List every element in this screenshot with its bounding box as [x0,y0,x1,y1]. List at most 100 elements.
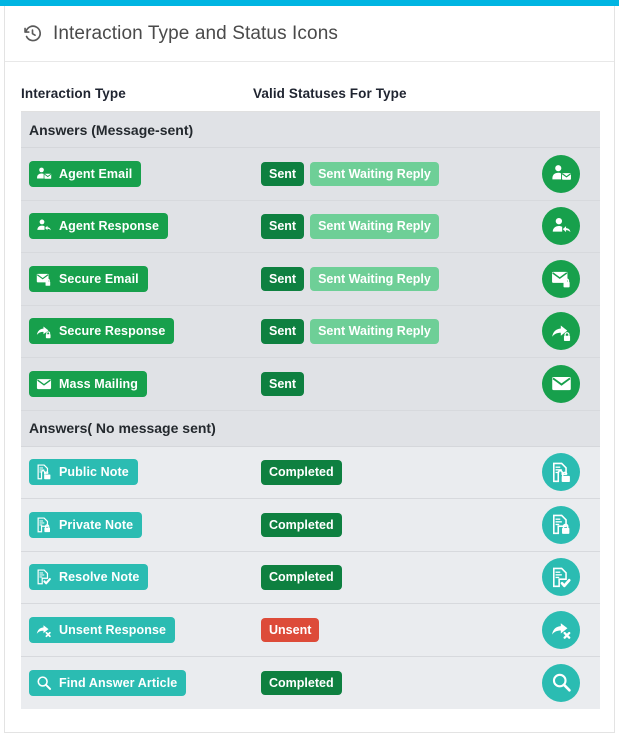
panel-card: Interaction Type and Status Icons Intera… [4,6,615,733]
status-badge[interactable]: Completed [261,512,342,537]
table-row: Secure Email Sent Sent Waiting Reply [21,253,600,306]
status-badge[interactable]: Sent [261,319,305,344]
cell-valid-statuses: Sent [261,371,522,396]
interaction-type-label: Agent Response [59,219,160,233]
group-header: Answers (Message-sent) [21,112,600,148]
interaction-type-label: Resolve Note [59,570,140,584]
interaction-type-badge[interactable]: Agent Email [29,160,142,187]
table-row: Find Answer Article Completed [21,656,600,709]
user-reply-icon [542,207,580,246]
cell-status-icon [522,364,600,403]
interaction-type-label: Secure Email [59,271,139,286]
status-badge[interactable]: Sent [261,161,305,186]
search-icon [542,663,580,702]
status-badge[interactable]: Completed [261,670,342,695]
interaction-type-label: Agent Email [59,166,133,181]
interaction-type-badge[interactable]: Secure Email [29,265,148,292]
status-badge[interactable]: Unsent [261,617,320,642]
status-badge[interactable]: Completed [261,565,342,590]
envelope-lock-icon [36,271,52,287]
cell-interaction-type: Mass Mailing [29,370,261,397]
interaction-type-badge[interactable]: Secure Response [29,318,175,345]
cell-interaction-type: Agent Response [29,213,261,240]
envelope-lock-icon [542,259,580,298]
reply-lock-icon [542,312,580,351]
cell-valid-statuses: Completed [261,670,522,695]
group-header: Answers( No message sent) [21,410,600,447]
status-badge[interactable]: Sent Waiting Reply [310,266,439,291]
document-unlock-icon [542,453,580,492]
cell-status-icon [522,505,600,544]
search-icon [36,675,52,691]
user-reply-icon [36,218,52,234]
page-title: Interaction Type and Status Icons [53,23,338,44]
cell-interaction-type: Public Note [29,459,261,486]
cell-interaction-type: Secure Response [29,318,261,345]
table-row: Resolve Note Completed [21,551,600,604]
column-header-valid-statuses: Valid Statuses For Type [253,86,407,101]
table-row: Unsent Response Unsent [21,604,600,657]
interaction-type-badge[interactable]: Resolve Note [29,564,149,591]
cell-status-icon [522,207,600,246]
history-rewind-icon [21,23,43,45]
interaction-table: Interaction Type Valid Statuses For Type… [5,62,614,709]
panel-header: Interaction Type and Status Icons [5,6,614,62]
interaction-type-badge[interactable]: Unsent Response [29,616,176,643]
status-badge[interactable]: Sent [261,266,305,291]
table-row: Agent Email Sent Sent Waiting Reply [21,148,600,201]
interaction-type-label: Public Note [59,465,129,479]
interaction-type-badge[interactable]: Mass Mailing [29,370,147,397]
envelope-icon [542,364,580,403]
reply-x-icon [36,622,52,638]
document-unlock-icon [36,464,52,480]
column-header-interaction-type: Interaction Type [21,86,126,101]
document-check-icon [542,558,580,597]
document-lock-icon [542,505,580,544]
status-badge[interactable]: Sent Waiting Reply [310,319,439,344]
table-header-row: Interaction Type Valid Statuses For Type [21,62,600,112]
cell-status-icon [522,663,600,702]
table-row: Public Note Completed [21,446,600,499]
cell-valid-statuses: Sent Sent Waiting Reply [261,214,522,239]
interaction-icons-page: Interaction Type and Status Icons Intera… [0,0,619,737]
cell-status-icon [522,558,600,597]
status-badge[interactable]: Sent [261,214,305,239]
table-row: Private Note Completed [21,499,600,552]
reply-lock-icon [36,323,52,339]
interaction-type-label: Mass Mailing [59,376,138,391]
cell-valid-statuses: Unsent [261,617,522,642]
table-row: Mass Mailing Sent [21,358,600,411]
interaction-type-label: Unsent Response [59,622,167,637]
table-row: Secure Response Sent Sent Waiting Reply [21,305,600,358]
status-badge[interactable]: Completed [261,460,342,485]
group-header-label: Answers( No message sent) [29,420,216,436]
cell-interaction-type: Agent Email [29,160,261,187]
interaction-type-badge[interactable]: Agent Response [29,213,169,240]
status-badge[interactable]: Sent [261,371,305,396]
cell-status-icon [522,259,600,298]
document-lock-icon [36,517,52,533]
cell-status-icon [522,154,600,193]
cell-interaction-type: Private Note [29,511,261,538]
cell-valid-statuses: Completed [261,565,522,590]
cell-status-icon [522,453,600,492]
document-check-icon [36,569,52,585]
user-envelope-icon [542,154,580,193]
cell-interaction-type: Find Answer Article [29,669,261,696]
interaction-type-badge[interactable]: Private Note [29,511,143,538]
group-header-label: Answers (Message-sent) [29,121,194,138]
cell-interaction-type: Unsent Response [29,616,261,643]
interaction-type-badge[interactable]: Public Note [29,459,138,486]
interaction-type-label: Find Answer Article [59,675,178,690]
status-badge[interactable]: Sent Waiting Reply [310,214,439,239]
user-envelope-icon [36,166,52,182]
cell-status-icon [522,610,600,649]
table-body: Answers (Message-sent) Agent Email Sent Sen… [21,112,600,709]
cell-interaction-type: Resolve Note [29,564,261,591]
envelope-icon [36,376,52,392]
status-badge[interactable]: Sent Waiting Reply [310,161,439,186]
cell-valid-statuses: Sent Sent Waiting Reply [261,319,522,344]
cell-valid-statuses: Completed [261,460,522,485]
interaction-type-label: Private Note [59,517,134,532]
interaction-type-badge[interactable]: Find Answer Article [29,669,187,696]
